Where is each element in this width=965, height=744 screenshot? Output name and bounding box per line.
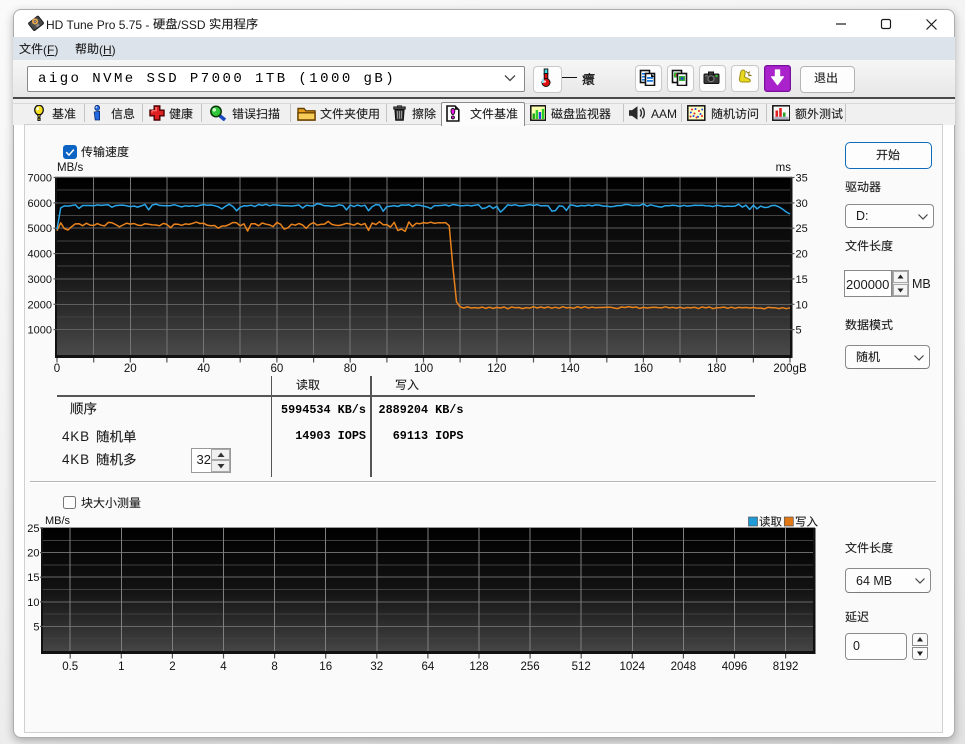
svg-text:MB/s: MB/s [57, 162, 83, 174]
svg-text:25: 25 [796, 223, 808, 235]
svg-text:32: 32 [370, 661, 383, 673]
svg-text:80: 80 [344, 363, 357, 375]
svg-text:100: 100 [414, 363, 433, 375]
svg-text:2: 2 [169, 661, 175, 673]
svg-text:10: 10 [796, 299, 808, 311]
svg-text:MB/s: MB/s [45, 515, 71, 527]
svg-text:8: 8 [271, 661, 277, 673]
svg-text:20: 20 [27, 548, 39, 560]
svg-text:2048: 2048 [671, 661, 697, 673]
svg-text:200gB: 200gB [773, 363, 807, 375]
svg-text:5000: 5000 [28, 223, 52, 235]
svg-text:30: 30 [796, 198, 808, 210]
svg-text:15: 15 [27, 572, 39, 584]
svg-text:40: 40 [197, 363, 210, 375]
svg-text:4000: 4000 [28, 249, 52, 261]
svg-text:2000: 2000 [28, 299, 52, 311]
svg-text:16: 16 [319, 661, 332, 673]
svg-text:5: 5 [796, 325, 802, 337]
svg-text:60: 60 [271, 363, 284, 375]
svg-text:64: 64 [422, 661, 435, 673]
svg-text:1: 1 [118, 661, 124, 673]
svg-text:4096: 4096 [722, 661, 748, 673]
svg-text:8192: 8192 [773, 661, 799, 673]
svg-text:256: 256 [521, 661, 540, 673]
svg-text:6000: 6000 [28, 198, 52, 210]
svg-text:120: 120 [487, 363, 506, 375]
svg-text:20: 20 [796, 249, 808, 261]
svg-text:5: 5 [33, 621, 39, 633]
svg-text:128: 128 [469, 661, 488, 673]
svg-text:15: 15 [796, 274, 808, 286]
svg-text:512: 512 [572, 661, 591, 673]
svg-text:ms: ms [776, 162, 792, 174]
svg-text:140: 140 [561, 363, 580, 375]
svg-text:1000: 1000 [28, 325, 52, 337]
svg-text:3000: 3000 [28, 274, 52, 286]
svg-text:4: 4 [220, 661, 227, 673]
svg-text:0: 0 [54, 363, 60, 375]
svg-text:25: 25 [27, 523, 39, 535]
svg-text:0.5: 0.5 [62, 661, 78, 673]
svg-text:7000: 7000 [28, 173, 52, 185]
svg-text:180: 180 [707, 363, 726, 375]
svg-text:160: 160 [634, 363, 653, 375]
svg-text:35: 35 [796, 173, 808, 185]
svg-text:20: 20 [124, 363, 137, 375]
svg-text:10: 10 [27, 597, 39, 609]
svg-text:1024: 1024 [620, 661, 646, 673]
